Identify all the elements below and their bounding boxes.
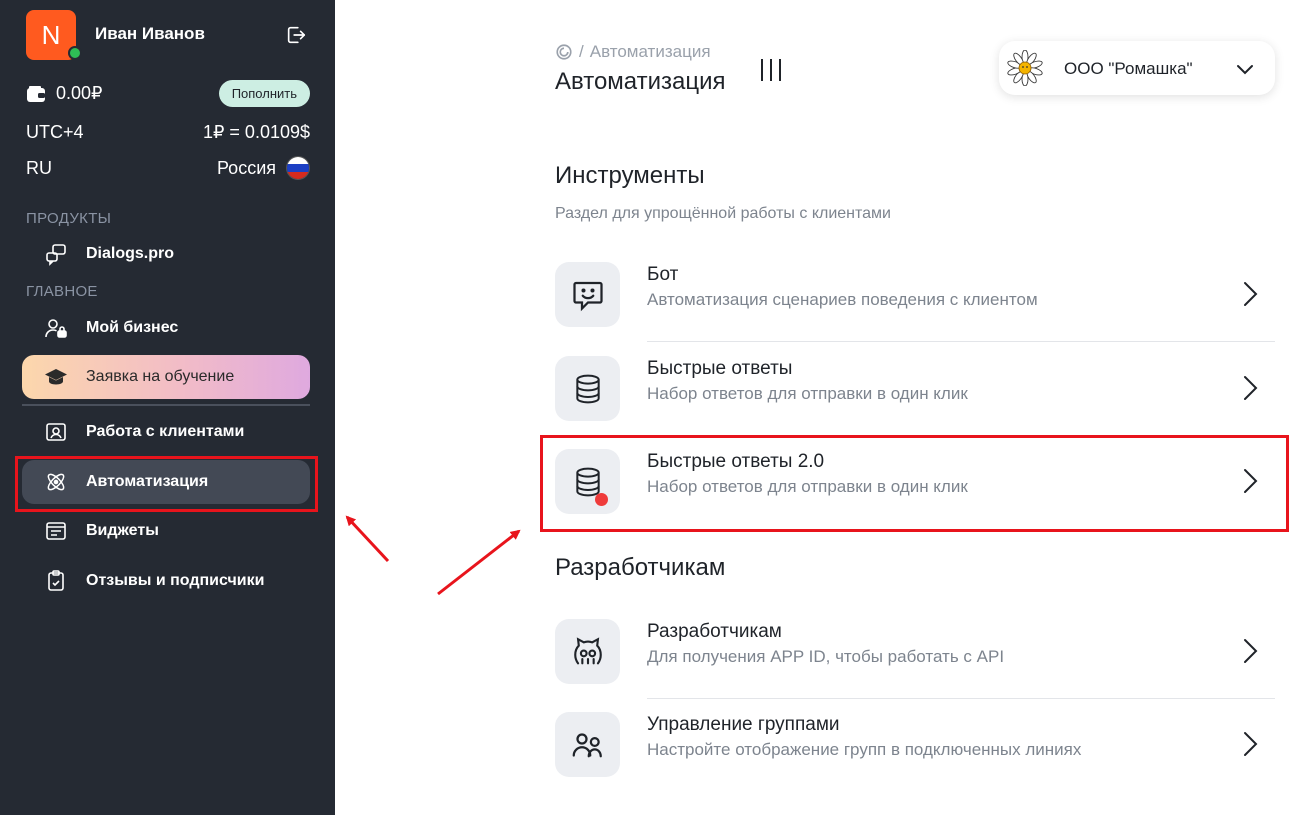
card-bot[interactable]: Бот Автоматизация сценариев поведения с …	[555, 252, 1275, 336]
logout-icon[interactable]	[285, 24, 307, 46]
avatar-letter: N	[41, 19, 61, 50]
products-section-label: ПРОДУКТЫ	[26, 210, 112, 227]
breadcrumb-separator: /	[579, 42, 584, 61]
card-icon-box	[555, 356, 620, 421]
arrow-to-card	[437, 529, 521, 596]
locale-row: RU Россия	[26, 156, 310, 180]
breadcrumb: / Автоматизация	[555, 42, 711, 62]
highlight-box-card	[540, 435, 1289, 532]
database-icon	[575, 374, 600, 403]
card-title: Быстрые ответы	[647, 358, 793, 379]
card-group-management[interactable]: Управление группами Настройте отображени…	[555, 702, 1275, 786]
sidebar-item-label: Работа с клиентами	[86, 423, 245, 440]
card-icon-box	[555, 262, 620, 327]
chat-smile-icon	[572, 281, 603, 311]
bars-icon[interactable]	[758, 58, 786, 82]
chevron-right-icon	[1244, 282, 1258, 306]
arrow-to-sidebar	[345, 515, 390, 563]
highlight-box-sidebar	[15, 456, 318, 512]
sidebar-item-clients[interactable]: Работа с клиентами	[22, 410, 310, 454]
card-description: Автоматизация сценариев поведения с клие…	[647, 290, 1038, 309]
sidebar-item-widgets[interactable]: Виджеты	[22, 509, 310, 553]
timezone-value[interactable]: UTC+4	[26, 122, 84, 143]
widget-list-icon	[46, 522, 66, 540]
sidebar-item-label: Отзывы и подписчики	[86, 572, 265, 589]
user-lock-icon	[45, 319, 67, 338]
chat-transfer-icon	[46, 244, 66, 266]
chevron-down-icon	[1237, 65, 1253, 75]
balance-value: 0.00₽	[56, 83, 103, 103]
sidebar-item-training-request[interactable]: Заявка на обучение	[22, 355, 310, 399]
card-icon-box	[555, 712, 620, 777]
card-description: Настройте отображение групп в подключенн…	[647, 740, 1082, 759]
clipboard-check-icon	[48, 570, 64, 591]
users-icon	[572, 732, 602, 757]
sidebar-item-label: Виджеты	[86, 522, 159, 539]
card-description: Набор ответов для отправки в один клик	[647, 384, 968, 403]
tools-section-subtitle: Раздел для упрощённой работы с клиентами	[555, 205, 891, 222]
sidebar-item-dialogs-pro[interactable]: Dialogs.pro	[22, 232, 310, 276]
card-description: Для получения APP ID, чтобы работать с A…	[647, 647, 1005, 666]
home-logo-icon[interactable]	[555, 43, 573, 61]
octocat-icon	[573, 636, 602, 664]
page-title: Автоматизация	[555, 68, 726, 95]
breadcrumb-current[interactable]: Автоматизация	[590, 42, 711, 62]
tools-section-title: Инструменты	[555, 162, 705, 189]
sidebar-item-label: Заявка на обучение	[86, 368, 235, 385]
exchange-rate: 1₽ = 0.0109$	[202, 122, 310, 142]
user-name: Иван Иванов	[95, 24, 205, 43]
main-section-label: ГЛАВНОЕ	[26, 283, 98, 300]
country-value[interactable]: Россия	[217, 158, 276, 179]
chevron-right-icon	[1244, 376, 1258, 400]
online-status-dot	[68, 46, 82, 60]
sidebar-item-label: Мой бизнес	[86, 319, 179, 336]
card-separator	[647, 698, 1275, 699]
sidebar-divider	[22, 404, 310, 406]
wallet-icon	[27, 85, 45, 102]
topup-button[interactable]: Пополнить	[218, 80, 310, 107]
card-icon-box	[555, 619, 620, 684]
card-title: Бот	[647, 264, 679, 285]
balance-row: 0.00₽ Пополнить	[26, 80, 310, 107]
org-selector[interactable]: ООО "Ромашка"	[999, 41, 1275, 95]
sidebar: N Иван Иванов 0.00₽ Пополнить UTC+4 1₽ =…	[0, 0, 335, 815]
contact-card-icon	[46, 423, 66, 441]
sidebar-item-reviews[interactable]: Отзывы и подписчики	[22, 559, 310, 603]
card-title: Управление группами	[647, 714, 840, 735]
card-separator	[647, 341, 1275, 342]
timezone-row: UTC+4 1₽ = 0.0109$	[26, 122, 310, 143]
sidebar-item-label: Dialogs.pro	[86, 245, 175, 262]
org-name: ООО "Ромашка"	[1064, 59, 1193, 78]
graduation-cap-icon	[45, 369, 67, 385]
language-value[interactable]: RU	[26, 158, 52, 179]
card-quick-replies[interactable]: Быстрые ответы Набор ответов для отправк…	[555, 346, 1275, 430]
dev-section-title: Разработчикам	[555, 554, 726, 581]
card-title: Разработчикам	[647, 621, 782, 642]
russia-flag-icon	[286, 156, 310, 180]
chevron-right-icon	[1244, 732, 1258, 756]
daisy-logo-icon	[1007, 50, 1043, 86]
chevron-right-icon	[1244, 639, 1258, 663]
sidebar-item-my-business[interactable]: Мой бизнес	[22, 306, 310, 350]
card-developers[interactable]: Разработчикам Для получения APP ID, чтоб…	[555, 609, 1275, 693]
